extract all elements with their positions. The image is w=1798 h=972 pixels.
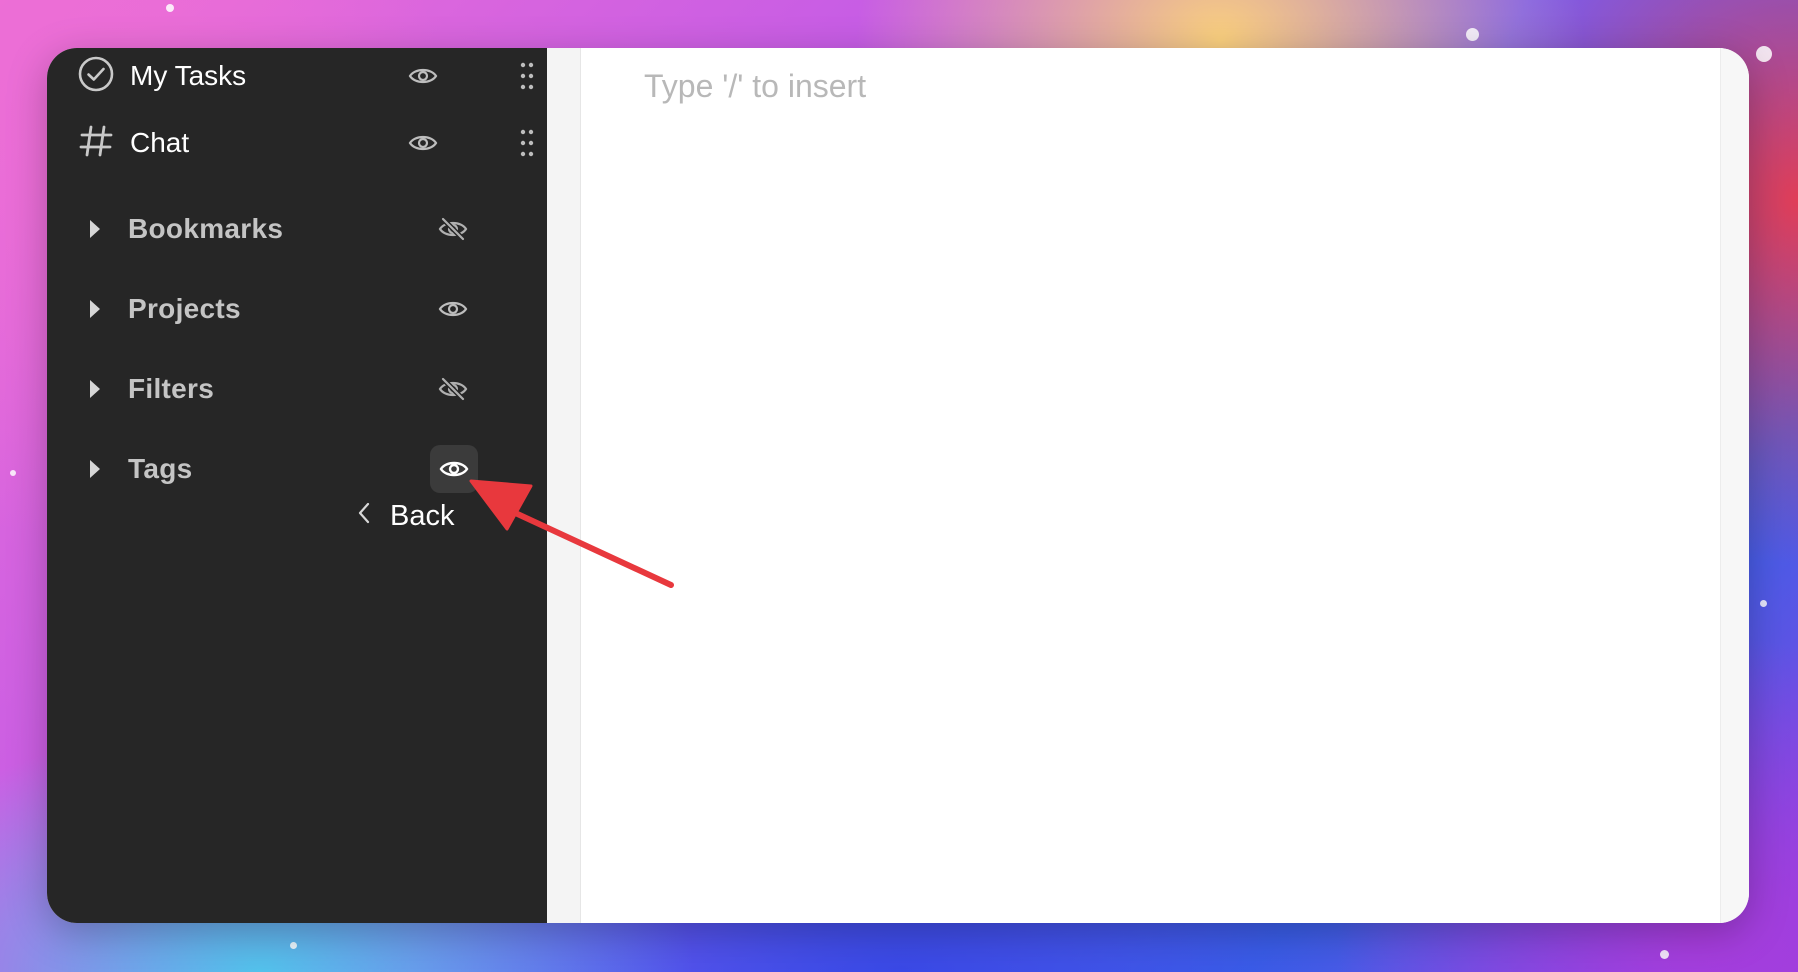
caret-right-icon[interactable]	[90, 300, 100, 318]
sidebar-section-filters[interactable]: Filters	[47, 360, 563, 418]
sidebar-section-label: Bookmarks	[128, 213, 284, 244]
back-button-label: Back	[390, 499, 455, 532]
sidebar-item-my-tasks[interactable]: My Tasks	[47, 48, 547, 105]
sidebar-section-bookmarks[interactable]: Bookmarks	[47, 200, 563, 258]
caret-right-icon[interactable]	[90, 460, 100, 478]
wallpaper-dot	[1760, 600, 1767, 607]
wallpaper-dot	[1660, 950, 1669, 959]
wallpaper-dot	[1756, 46, 1772, 62]
sidebar: My Tasks Chat Bookmarks Projects Filters…	[47, 48, 563, 923]
sidebar-item-label: My Tasks	[130, 60, 247, 91]
wallpaper-dot	[166, 4, 174, 12]
wallpaper-dot	[290, 942, 297, 949]
app-window: My Tasks Chat Bookmarks Projects Filters…	[47, 48, 1749, 923]
eye-icon[interactable]	[430, 445, 478, 493]
check-circle-icon	[77, 55, 115, 93]
eye-off-icon[interactable]	[429, 205, 477, 253]
editor-placeholder: Type '/' to insert	[644, 68, 867, 104]
editor-area[interactable]: Type '/' to insert	[581, 48, 1721, 923]
eye-off-icon[interactable]	[429, 365, 477, 413]
sidebar-section-projects[interactable]: Projects	[47, 280, 563, 338]
chevron-left-icon	[356, 500, 372, 533]
drag-handle-icon[interactable]	[518, 59, 536, 93]
sidebar-section-label: Tags	[128, 453, 193, 484]
sidebar-section-label: Projects	[128, 293, 241, 324]
sidebar-divider[interactable]	[547, 48, 581, 923]
hash-icon	[77, 122, 115, 160]
sidebar-section-label: Filters	[128, 373, 215, 404]
eye-icon[interactable]	[429, 285, 477, 333]
drag-handle-icon[interactable]	[518, 126, 536, 160]
caret-right-icon[interactable]	[90, 220, 100, 238]
wallpaper-dot	[1466, 28, 1479, 41]
editor-right-edge	[1720, 48, 1749, 923]
back-button[interactable]: Back	[356, 488, 454, 544]
sidebar-item-chat[interactable]: Chat	[47, 114, 547, 172]
eye-icon[interactable]	[399, 52, 447, 100]
eye-icon[interactable]	[399, 119, 447, 167]
sidebar-section-tags[interactable]: Tags	[47, 440, 563, 498]
caret-right-icon[interactable]	[90, 380, 100, 398]
sidebar-item-label: Chat	[130, 127, 190, 158]
wallpaper-dot	[10, 470, 16, 476]
